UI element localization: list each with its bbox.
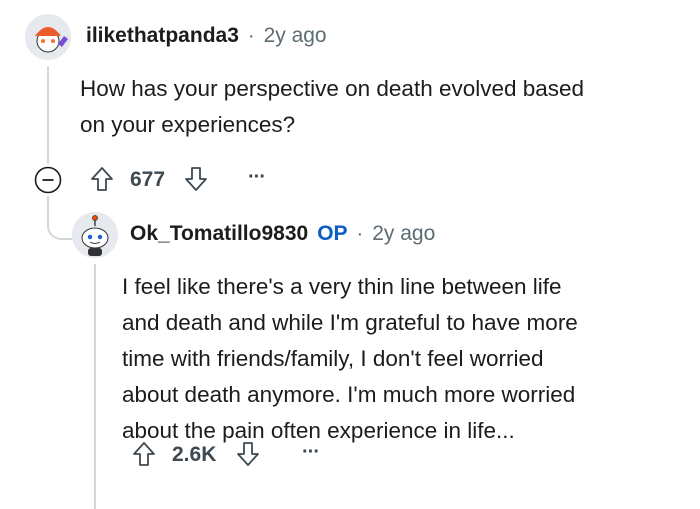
thread-line[interactable] <box>47 66 49 164</box>
snoo-avatar-icon <box>72 212 118 258</box>
upvote-arrow-icon <box>133 442 155 466</box>
op-badge: OP <box>317 222 348 245</box>
vote-count: 677 <box>130 168 166 191</box>
user-avatar[interactable] <box>72 212 118 258</box>
downvote-arrow-icon <box>237 442 259 466</box>
vote-count: 2.6K <box>172 443 217 466</box>
collapse-thread-button[interactable] <box>34 166 62 194</box>
upvote-button[interactable] <box>88 165 116 193</box>
comment-body-line: and death and while I'm grateful to have… <box>122 310 578 335</box>
thread-line[interactable] <box>94 264 96 509</box>
comment-author[interactable]: Ok_Tomatillo9830 <box>130 222 308 246</box>
comment-body: How has your perspective on death evolve… <box>80 71 680 143</box>
collapse-thread-icon <box>34 166 62 194</box>
more-options-button[interactable]: ··· <box>248 166 266 189</box>
comment-body-line: How has your perspective on death evolve… <box>80 76 585 101</box>
comment-timestamp[interactable]: 2y ago <box>264 24 327 48</box>
comment-body-line: on your experiences? <box>80 112 296 137</box>
comment-body-line: about death anymore. I'm much more worri… <box>122 382 576 407</box>
upvote-button[interactable] <box>130 440 158 468</box>
downvote-button[interactable] <box>234 440 262 468</box>
upvote-arrow-icon <box>91 167 113 191</box>
comment-body-line: time with friends/family, I don't feel w… <box>122 346 544 371</box>
more-options-button[interactable]: ··· <box>302 441 320 464</box>
downvote-button[interactable] <box>182 165 210 193</box>
meta-separator: · <box>356 223 364 245</box>
snoo-avatar-icon <box>25 14 71 60</box>
comment-author[interactable]: ilikethatpanda3 <box>86 24 239 48</box>
downvote-arrow-icon <box>185 167 207 191</box>
comment-body-line: I feel like there's a very thin line bet… <box>122 274 562 299</box>
meta-separator: · <box>247 25 255 47</box>
comment-timestamp[interactable]: 2y ago <box>372 222 435 246</box>
comment-body: I feel like there's a very thin line bet… <box>122 269 692 449</box>
user-avatar[interactable] <box>25 14 71 60</box>
